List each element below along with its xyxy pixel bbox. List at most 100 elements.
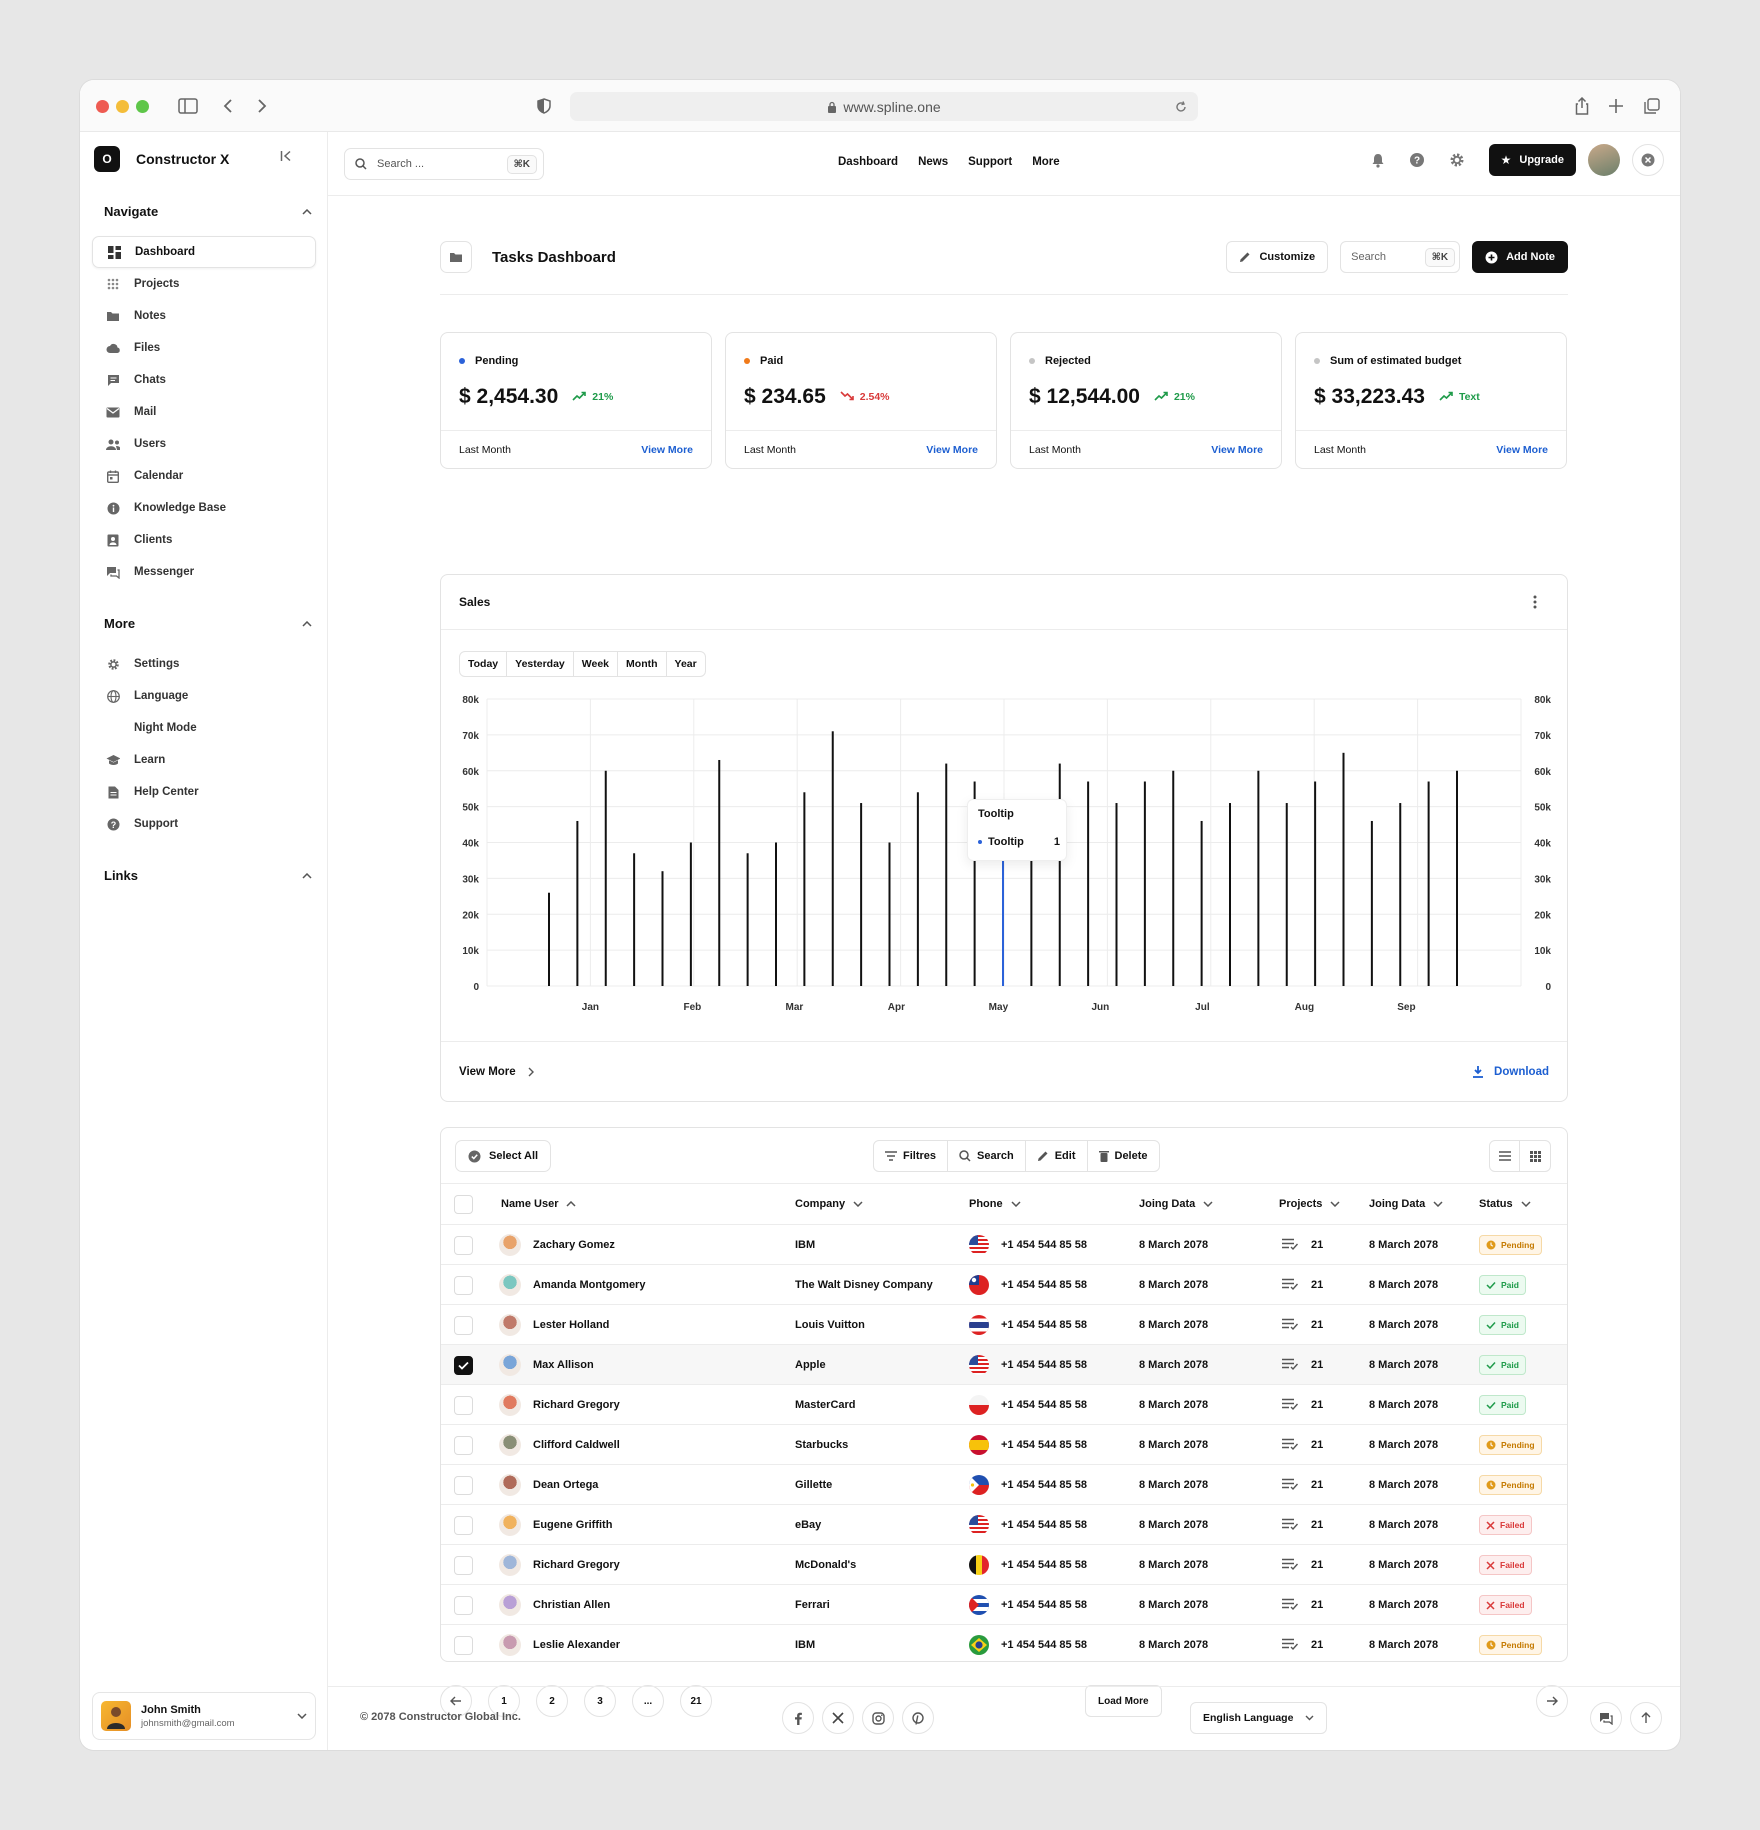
row-checkbox[interactable] [454, 1475, 473, 1495]
new-tab-icon[interactable] [1604, 94, 1628, 118]
row-checkbox[interactable] [454, 1595, 473, 1615]
forward-icon[interactable] [250, 94, 274, 118]
sidebar-item-users[interactable]: Users [92, 428, 316, 460]
sidebar-item-support[interactable]: ? Support [92, 808, 316, 840]
sidebar-item-clients[interactable]: Clients [92, 524, 316, 556]
row-checkbox[interactable] [454, 1635, 473, 1655]
sidebar-item-settings[interactable]: Settings [92, 648, 316, 680]
row-checkbox[interactable] [454, 1435, 473, 1455]
top-nav-link-dashboard[interactable]: Dashboard [838, 156, 898, 168]
close-window-button[interactable] [96, 100, 109, 113]
sidebar-item-chats[interactable]: Chats [92, 364, 316, 396]
table-row[interactable]: Clifford Caldwell Starbucks +1 454 544 85 … [441, 1424, 1567, 1464]
table-row[interactable]: Lester Holland Louis Vuitton +1 454 544 85… [441, 1304, 1567, 1344]
table-row[interactable]: Amanda Montgomery The Walt Disney Company… [441, 1264, 1567, 1304]
gear-icon[interactable] [1449, 152, 1465, 168]
add-note-button[interactable]: Add Note [1472, 241, 1568, 273]
range-today[interactable]: Today [460, 652, 508, 676]
top-nav-link-news[interactable]: News [918, 156, 948, 168]
links-section-header[interactable]: Links [104, 868, 312, 883]
page-search-box[interactable]: Search ⌘K [1340, 241, 1461, 273]
download-button[interactable]: Download [1472, 1065, 1549, 1078]
sidebar-item-notes[interactable]: Notes [92, 300, 316, 332]
sidebar-item-knowledge-base[interactable]: Knowledge Base [92, 492, 316, 524]
pinterest-icon[interactable] [902, 1702, 934, 1734]
range-month[interactable]: Month [618, 652, 667, 676]
url-bar[interactable]: www.spline.one [570, 92, 1198, 121]
table-row[interactable]: Max Allison Apple +1 454 544 85 58 8 March … [441, 1344, 1567, 1384]
row-checkbox[interactable] [454, 1275, 473, 1295]
brand[interactable]: O Constructor X [94, 146, 229, 172]
x-icon[interactable] [822, 1702, 854, 1734]
table-row[interactable]: Eugene Griffith eBay +1 454 544 85 58 8 Mar… [441, 1504, 1567, 1544]
range-week[interactable]: Week [574, 652, 619, 676]
sidebar-toggle-icon[interactable] [176, 94, 200, 118]
navigate-section-header[interactable]: Navigate [104, 204, 312, 219]
column-header-joining-date-2[interactable]: Joing Data [1369, 1184, 1443, 1224]
row-checkbox[interactable] [454, 1515, 473, 1535]
more-vertical-icon[interactable] [1533, 595, 1537, 609]
more-section-header[interactable]: More [104, 616, 312, 631]
sidebar-item-language[interactable]: Language [92, 680, 316, 712]
select-all-button[interactable]: Select All [455, 1140, 552, 1172]
table-row[interactable]: Richard Gregory McDonald's +1 454 544 85 5… [441, 1544, 1567, 1584]
edit-button[interactable]: Edit [1026, 1141, 1088, 1171]
table-row[interactable]: Leslie Alexander IBM +1 454 544 85 58 8 Mar… [441, 1624, 1567, 1664]
table-row[interactable]: Richard Gregory MasterCard +1 454 544 85 5… [441, 1384, 1567, 1424]
upgrade-button[interactable]: ★ Upgrade [1488, 144, 1576, 176]
sidebar-item-messenger[interactable]: Messenger [92, 556, 316, 588]
view-more-link[interactable]: View More [641, 444, 693, 456]
sidebar-item-help-center[interactable]: Help Center [92, 776, 316, 808]
close-circle-icon[interactable] [1632, 144, 1664, 176]
collapse-sidebar-icon[interactable] [280, 150, 292, 165]
chevron-down-icon[interactable] [297, 1713, 307, 1719]
table-row[interactable]: Dean Ortega Gillette +1 454 544 85 58 8 Mar… [441, 1464, 1567, 1504]
customize-button[interactable]: Customize [1226, 241, 1329, 273]
grid-view-icon[interactable] [1520, 1141, 1550, 1171]
minimize-window-button[interactable] [116, 100, 129, 113]
list-view-icon[interactable] [1490, 1141, 1520, 1171]
avatar[interactable] [1588, 144, 1620, 176]
table-search-button[interactable]: Search [948, 1141, 1026, 1171]
column-header-name-user[interactable]: Name User [501, 1184, 577, 1224]
page-search-input[interactable]: Search [1351, 251, 1386, 263]
sidebar-item-night-mode[interactable]: Night Mode [92, 712, 316, 744]
column-header-projects[interactable]: Projects [1279, 1184, 1340, 1224]
view-more-link[interactable]: View More [926, 444, 978, 456]
reload-icon[interactable] [1174, 100, 1188, 114]
top-nav-link-more[interactable]: More [1032, 156, 1059, 168]
column-header-company[interactable]: Company [795, 1184, 863, 1224]
row-checkbox[interactable] [454, 1355, 473, 1375]
top-search-input[interactable]: Search ... [377, 158, 424, 170]
row-checkbox[interactable] [454, 1235, 473, 1255]
language-select[interactable]: English Language [1190, 1702, 1328, 1734]
facebook-icon[interactable] [782, 1702, 814, 1734]
chat-button[interactable] [1590, 1702, 1622, 1734]
sidebar-item-mail[interactable]: Mail [92, 396, 316, 428]
view-more-link[interactable]: View More [1211, 444, 1263, 456]
delete-button[interactable]: Delete [1088, 1141, 1159, 1171]
table-row[interactable]: Christian Allen Ferrari +1 454 544 85 58 8 … [441, 1584, 1567, 1624]
view-more-link[interactable]: View More [459, 1066, 534, 1078]
maximize-window-button[interactable] [136, 100, 149, 113]
user-card[interactable]: John Smith johnsmith@gmail.com [92, 1692, 316, 1740]
tabs-overview-icon[interactable] [1640, 94, 1664, 118]
sidebar-item-learn[interactable]: Learn [92, 744, 316, 776]
column-header-status[interactable]: Status [1479, 1184, 1531, 1224]
instagram-icon[interactable] [862, 1702, 894, 1734]
sidebar-item-files[interactable]: Files [92, 332, 316, 364]
top-nav-link-support[interactable]: Support [968, 156, 1012, 168]
share-icon[interactable] [1570, 94, 1594, 118]
range-yesterday[interactable]: Yesterday [507, 652, 574, 676]
sidebar-item-projects[interactable]: Projects [92, 268, 316, 300]
top-search-box[interactable]: Search ... ⌘K [344, 148, 544, 180]
table-row[interactable]: Zachary Gomez IBM +1 454 544 85 58 8 March … [441, 1224, 1567, 1264]
range-year[interactable]: Year [667, 652, 705, 676]
bell-icon[interactable] [1371, 153, 1385, 168]
column-header-joining-date[interactable]: Joing Data [1139, 1184, 1213, 1224]
row-checkbox[interactable] [454, 1315, 473, 1335]
scroll-top-button[interactable] [1630, 1702, 1662, 1734]
sidebar-item-dashboard[interactable]: Dashboard [92, 236, 316, 268]
filters-button[interactable]: Filtres [874, 1141, 949, 1171]
view-more-link[interactable]: View More [1496, 444, 1548, 456]
